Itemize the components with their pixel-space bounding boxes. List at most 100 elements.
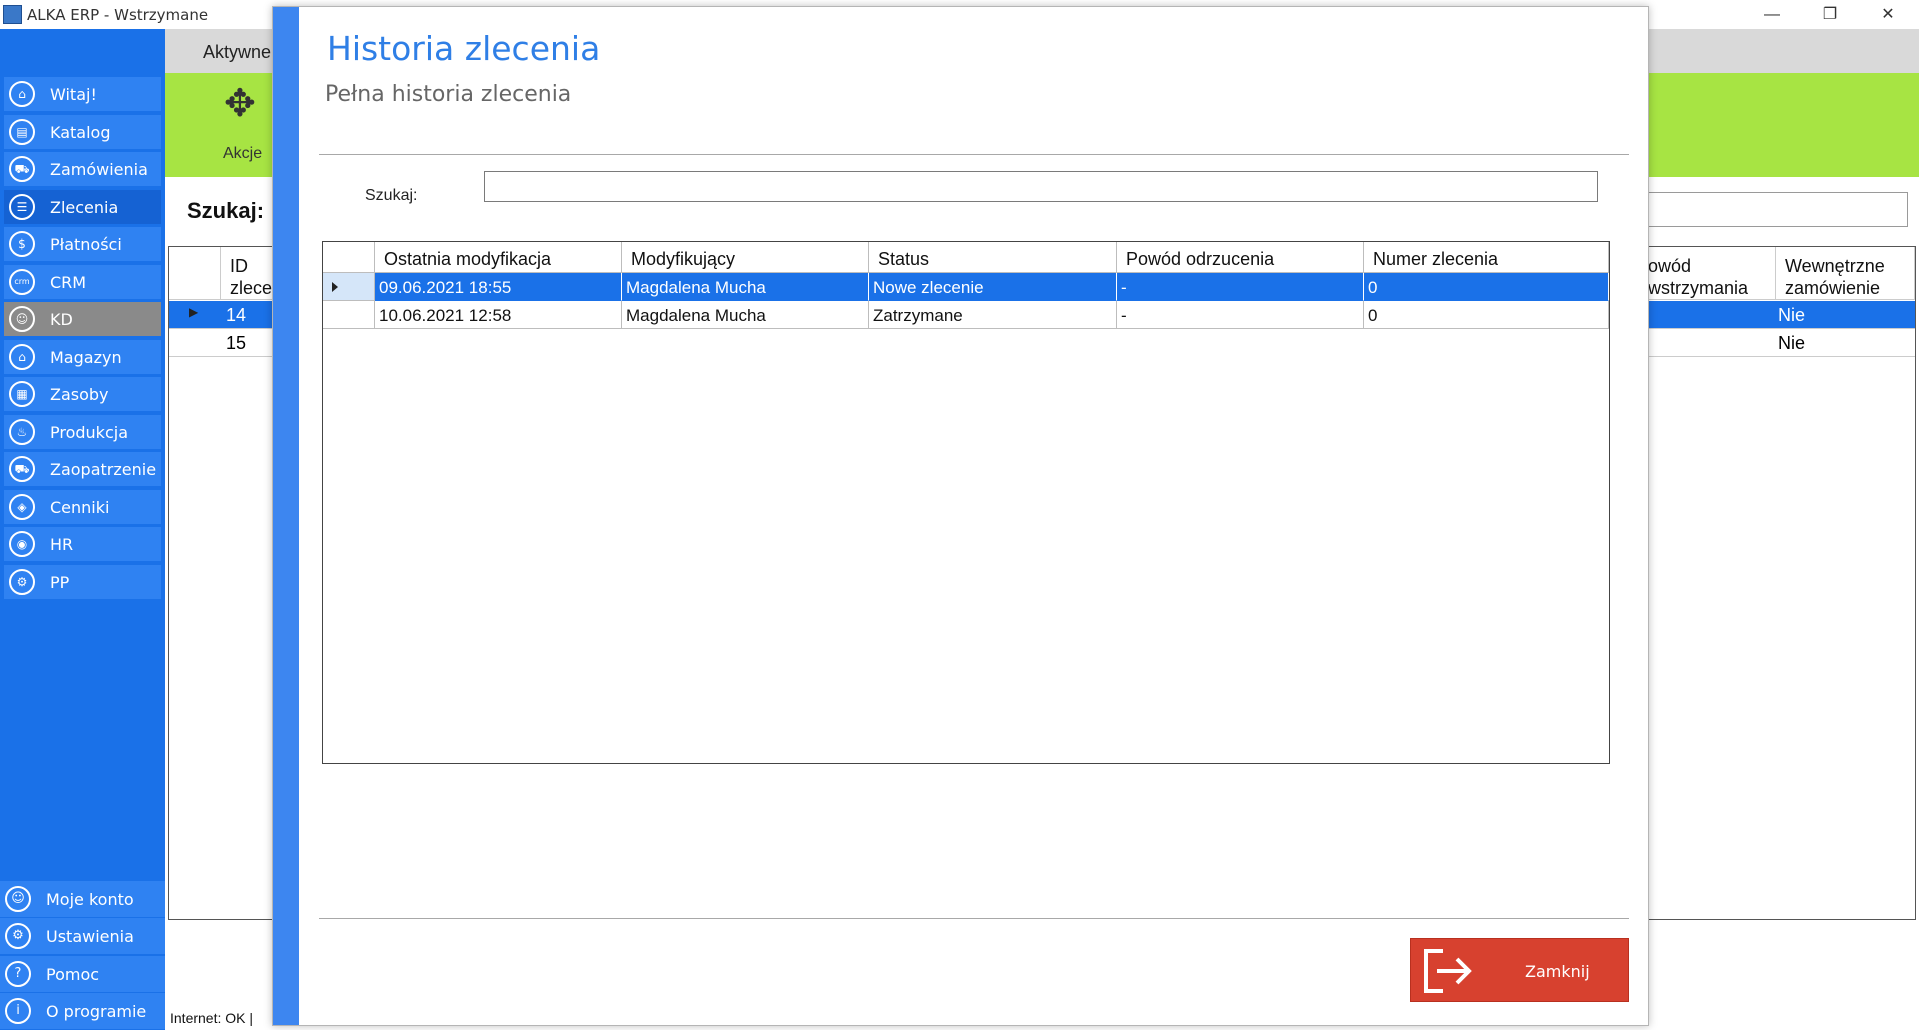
row-pointer-icon: ▶ [189,305,199,319]
warehouse-icon: ⌂ [9,344,35,370]
minimize-button[interactable]: — [1743,0,1801,29]
cell-numer-zlecenia[interactable]: 0 [1364,301,1609,329]
sidebar-item-label: PP [50,573,70,592]
order-history-dialog: Historia zlecenia Pełna historia zleceni… [272,6,1649,1026]
close-button-label: Zamknij [1525,962,1590,981]
sidebar-item-kd[interactable]: ☺ KD [4,302,161,336]
sidebar-item-crm[interactable]: crm CRM [4,265,161,299]
home-icon: ⌂ [9,81,35,107]
search-input[interactable] [484,171,1598,202]
cell-powod-odrzucenia[interactable]: - [1117,301,1364,329]
resources-icon: ▦ [9,381,35,407]
cell-powod-odrzucenia[interactable]: - [1117,273,1364,301]
sidebar-item-zasoby[interactable]: ▦ Zasoby [4,377,161,411]
production-icon: ♨ [9,419,35,445]
dialog-subtitle: Pełna historia zlecenia [325,82,572,107]
cell-wewnetrzne: Nie [1778,305,1806,325]
column-header-numer-zlecenia[interactable]: Numer zlecenia [1364,242,1609,273]
book-icon: ▤ [9,119,35,145]
sidebar-item-zlecenia[interactable]: ☰ Zlecenia [4,190,161,224]
row-header-corner [169,247,221,300]
row-header[interactable] [323,301,375,329]
column-header-ostatnia-modyfikacja[interactable]: Ostatnia modyfikacja [375,242,622,273]
sidebar-item-label: Zasoby [50,385,109,404]
sidebar-item-label: KD [50,310,73,329]
column-header-status[interactable]: Status [869,242,1117,273]
background-search-label: Szukaj: [187,198,265,223]
truck-icon: ⛟ [9,456,35,482]
akcje-label: Akcje [223,145,263,162]
sidebar-item-platnosci[interactable]: $ Płatności [4,227,161,261]
sidebar-item-label: Pomoc [46,965,100,984]
app-window: ALKA ERP - Wstrzymane — ❐ ✕ ⌂ Witaj! ▤ K… [0,0,1919,1030]
sidebar-item-katalog[interactable]: ▤ Katalog [4,115,161,149]
tab-aktywne[interactable]: Aktywne [203,42,271,63]
cell-modyfikujacy[interactable]: Magdalena Mucha [622,273,869,301]
sidebar-item-produkcja[interactable]: ♨ Produkcja [4,415,161,449]
sidebar-item-zaopatrzenie[interactable]: ⛟ Zaopatrzenie [4,452,161,486]
dollar-icon: $ [9,231,35,257]
column-header-powod-odrzucenia[interactable]: Powód odrzucenia [1117,242,1364,273]
cell-wewnetrzne: Nie [1778,333,1806,353]
sidebar-item-label: Katalog [50,123,111,142]
settings-icon: ⚙ [5,923,31,949]
sidebar-item-label: Zaopatrzenie [50,460,157,479]
sidebar-item-label: Witaj! [50,85,97,104]
sidebar-item-label: Magazyn [50,348,122,367]
sidebar-item-label: HR [50,535,74,554]
sidebar-item-pp[interactable]: ⚙ PP [4,565,161,599]
sidebar-item-cenniki[interactable]: ◈ Cenniki [4,490,161,524]
sidebar-item-hr[interactable]: ◉ HR [4,527,161,561]
sidebar-item-magazyn[interactable]: ⌂ Magazyn [4,340,161,374]
restore-button[interactable]: ❐ [1801,0,1859,29]
cell-status[interactable]: Nowe zlecenie [869,273,1117,301]
cart-icon: ⛟ [9,156,35,182]
account-icon: ☺ [5,886,31,912]
sidebar: ⌂ Witaj! ▤ Katalog ⛟ Zamówienia ☰ Zlecen… [0,29,165,1030]
cell-id: 14 [226,305,247,325]
cell-ostatnia-modyfikacja[interactable]: 09.06.2021 18:55 [375,273,622,301]
column-header-powod-wstrzymania[interactable]: owód wstrzymania [1639,247,1776,300]
row-header-corner [323,242,375,273]
divider [319,154,1629,155]
dialog-title: Historia zlecenia [327,29,601,68]
cell-numer-zlecenia[interactable]: 0 [1364,273,1609,301]
sidebar-item-label: Zlecenia [50,198,119,217]
move-icon[interactable]: ✥ [224,81,256,126]
dialog-accent-bar [273,7,299,1025]
help-icon: ? [5,961,31,987]
sidebar-item-o-programie[interactable]: i O programie [0,993,165,1029]
column-header-wewnetrzne[interactable]: Wewnętrzne zamówienie [1776,247,1915,300]
sidebar-item-label: Ustawienia [46,927,134,946]
background-search-input[interactable] [1640,192,1908,227]
column-header-modyfikujacy[interactable]: Modyfikujący [622,242,869,273]
tag-icon: ◈ [9,494,35,520]
sidebar-item-zamowienia[interactable]: ⛟ Zamówienia [4,152,161,186]
sidebar-item-label: Moje konto [46,890,134,909]
sidebar-item-label: CRM [50,273,87,292]
hr-icon: ◉ [9,531,35,557]
pp-icon: ⚙ [9,569,35,595]
sidebar-item-label: Cenniki [50,498,110,517]
cell-status[interactable]: Zatrzymane [869,301,1117,329]
cell-modyfikujacy[interactable]: Magdalena Mucha [622,301,869,329]
sidebar-item-label: O programie [46,1002,147,1021]
close-button[interactable]: Zamknij [1410,938,1629,1002]
sidebar-item-label: Produkcja [50,423,128,442]
sidebar-item-ustawienia[interactable]: ⚙ Ustawienia [0,918,165,954]
crm-icon: crm [9,269,35,295]
table-row[interactable]: 09.06.2021 18:55 Magdalena Mucha Nowe zl… [323,273,1609,301]
user-lock-icon: ☺ [9,306,35,332]
row-pointer-icon [332,282,338,292]
exit-icon [1424,949,1472,993]
divider [319,918,1629,919]
app-logo-icon [3,5,22,24]
sidebar-item-pomoc[interactable]: ? Pomoc [0,956,165,992]
sidebar-item-moje-konto[interactable]: ☺ Moje konto [0,881,165,917]
table-row[interactable]: 10.06.2021 12:58 Magdalena Mucha Zatrzym… [323,301,1609,329]
close-window-button[interactable]: ✕ [1859,0,1917,29]
sidebar-item-witaj[interactable]: ⌂ Witaj! [4,77,161,111]
sidebar-item-label: Zamówienia [50,160,148,179]
cell-ostatnia-modyfikacja[interactable]: 10.06.2021 12:58 [375,301,622,329]
row-header[interactable] [323,273,375,301]
